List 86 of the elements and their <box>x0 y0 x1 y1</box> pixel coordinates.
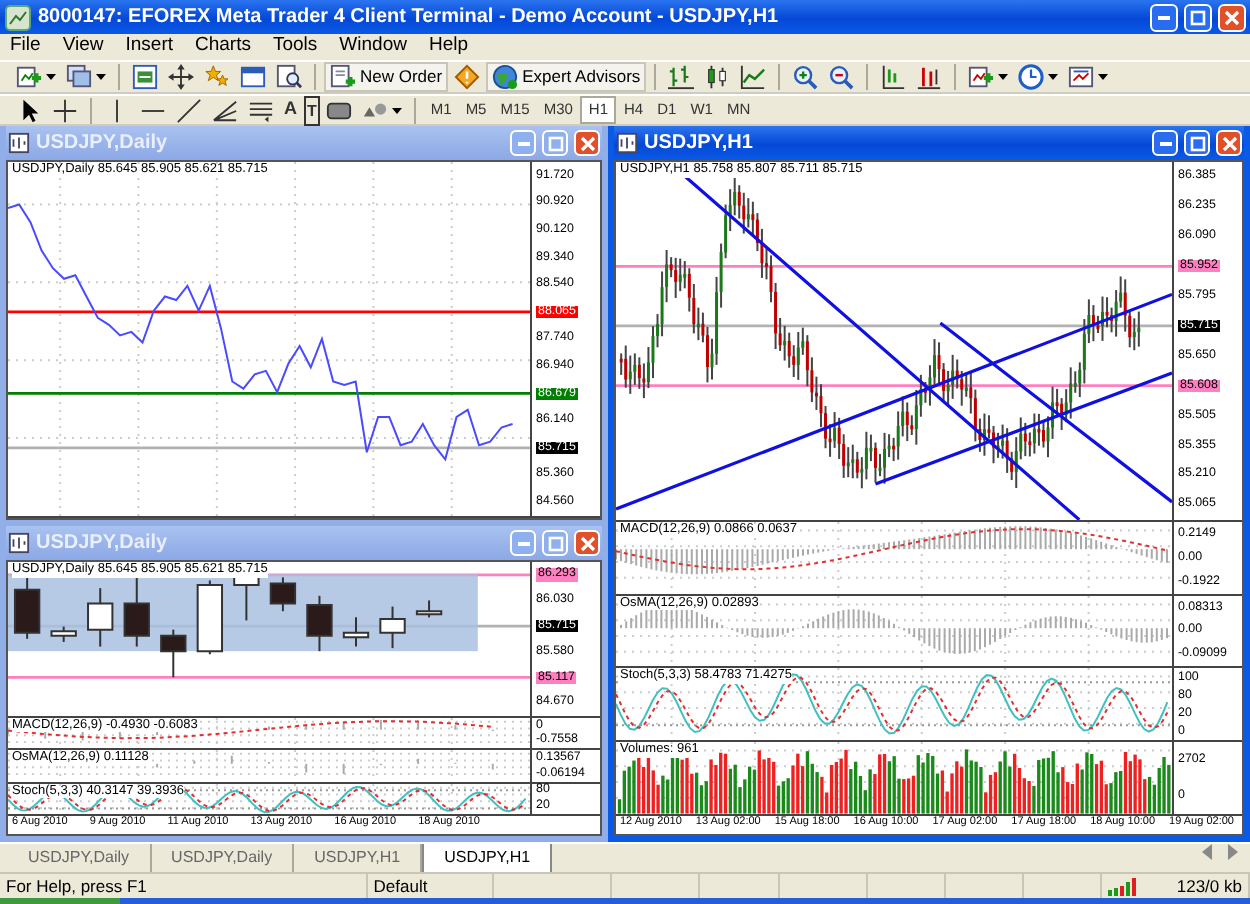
close-icon <box>1221 135 1237 151</box>
close-button[interactable] <box>1216 130 1242 156</box>
minimize-button[interactable] <box>1150 3 1178 31</box>
scroll-right-icon[interactable] <box>1226 844 1238 860</box>
profiles-dropdown[interactable] <box>62 62 110 92</box>
indicators-dropdown[interactable] <box>964 62 1013 92</box>
maximize-icon <box>1190 9 1206 25</box>
caret-icon <box>1048 74 1059 80</box>
chart-title: USDJPY,Daily <box>36 130 170 158</box>
close-button[interactable] <box>1218 3 1246 31</box>
zoom-in-icon[interactable] <box>788 62 823 92</box>
chart-tab[interactable]: USDJPY,H1 <box>422 844 553 874</box>
caret-icon <box>998 74 1009 80</box>
candlestick <box>160 628 187 679</box>
chart-window-icon <box>8 532 30 554</box>
candlestick <box>415 599 443 619</box>
diamond-icon[interactable] <box>450 62 485 92</box>
template-icon <box>1068 64 1095 90</box>
candlestick <box>13 576 41 640</box>
chart-tab[interactable]: USDJPY,Daily <box>8 844 152 872</box>
window-stack-icon <box>66 64 92 90</box>
menu-item[interactable]: View <box>62 32 104 62</box>
maximize-button[interactable] <box>1184 3 1212 31</box>
list-window-icon[interactable] <box>128 62 162 92</box>
chart-plus-icon <box>16 64 42 90</box>
candlestick <box>379 605 406 650</box>
menu-item[interactable]: Tools <box>272 32 318 62</box>
close-icon <box>579 135 595 151</box>
periods-dropdown[interactable] <box>1014 62 1063 92</box>
line-chart-icon[interactable] <box>736 62 771 92</box>
candlestick <box>269 576 297 613</box>
close-icon <box>579 535 595 551</box>
candlestick <box>342 616 370 648</box>
maximize-icon <box>1189 135 1205 151</box>
bar-chart-icon[interactable] <box>664 62 699 92</box>
crosshair-icon[interactable] <box>48 95 82 125</box>
magnifier-document-icon[interactable] <box>272 62 306 92</box>
minimize-icon <box>1158 15 1170 19</box>
trend-line-icon[interactable] <box>172 95 206 125</box>
connection-bars-icon <box>1108 877 1141 895</box>
new-chart-dropdown[interactable] <box>12 62 60 92</box>
menu-item[interactable]: Help <box>428 32 469 62</box>
chart-window-icon <box>616 132 638 154</box>
close-icon <box>1224 9 1240 25</box>
candlestick <box>196 579 223 656</box>
chart-plus-icon <box>968 64 995 90</box>
caret-icon <box>46 74 56 80</box>
menu-item[interactable]: Insert <box>125 32 173 62</box>
new-order-button[interactable]: New Order <box>324 62 449 92</box>
minimize-button[interactable] <box>1152 130 1178 156</box>
maximize-icon <box>547 535 563 551</box>
stars-icon[interactable] <box>200 62 234 92</box>
globe-icon <box>492 64 519 90</box>
menu-item[interactable]: Charts <box>195 32 251 62</box>
caret-icon <box>1098 74 1109 80</box>
candlestick <box>87 587 114 648</box>
fan-lines-icon[interactable] <box>208 95 242 125</box>
expert-advisors-button[interactable]: Expert Advisors <box>486 62 647 92</box>
zoom-out-icon[interactable] <box>824 62 859 92</box>
minimize-icon <box>517 141 529 145</box>
minimize-icon <box>1159 141 1171 145</box>
menu-item[interactable]: Window <box>339 32 407 62</box>
templates-dropdown[interactable] <box>1064 62 1113 92</box>
chart-tab[interactable]: USDJPY,Daily <box>151 844 295 872</box>
close-button[interactable] <box>574 130 600 156</box>
candlestick <box>306 594 333 653</box>
caret-icon <box>96 74 106 80</box>
move-arrows-icon[interactable] <box>164 62 198 92</box>
candlestick <box>123 576 150 648</box>
profile-name: Default <box>373 873 428 899</box>
status-text: For Help, press F1 <box>6 873 147 899</box>
close-button[interactable] <box>574 530 600 556</box>
window-icon[interactable] <box>236 62 270 92</box>
caret-icon <box>392 107 403 113</box>
traffic-text: 123/0 kb <box>1176 873 1242 899</box>
chart-title: USDJPY,H1 <box>644 130 755 158</box>
maximize-button[interactable] <box>1184 130 1210 156</box>
window-title: 8000147: EFOREX Meta Trader 4 Client Terminal - Demo Account - USDJPY,H1 <box>38 4 781 32</box>
chart-window-icon <box>8 132 30 154</box>
menu-item[interactable]: File <box>10 32 41 62</box>
scroll-left-icon[interactable] <box>1202 844 1214 860</box>
maximize-icon <box>547 135 563 151</box>
app-icon <box>4 3 32 31</box>
chart-title: USDJPY,Daily <box>36 530 170 558</box>
text-tool[interactable]: A <box>280 95 301 125</box>
minimize-icon <box>517 541 529 545</box>
